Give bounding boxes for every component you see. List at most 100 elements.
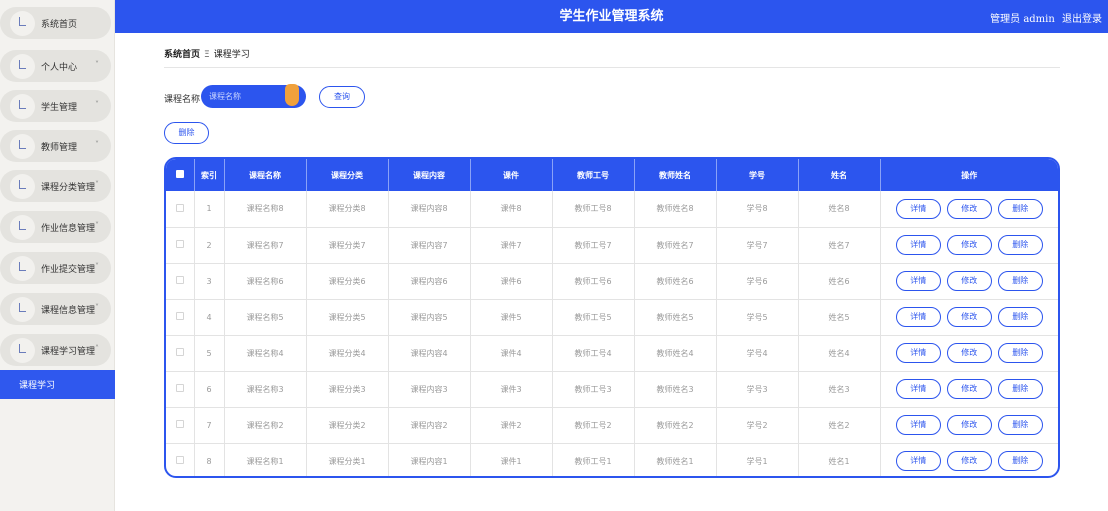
cell-student-id: 学号4: [716, 335, 799, 372]
cell-actions: 详情 修改 删除: [880, 263, 1058, 300]
select-all-checkbox[interactable]: [166, 159, 195, 191]
edit-button[interactable]: 修改: [946, 198, 992, 219]
edit-button[interactable]: 修改: [946, 451, 992, 472]
sidebar-item-label: 系统首页: [41, 19, 78, 30]
table-row: 7 课程名称2 课程分类2 课程内容2 课件2 教师工号2 教师姓名2 学号2 姓名2 详情 修改删…: [166, 407, 1058, 444]
menu-icon: [10, 255, 35, 281]
row-delete-button[interactable]: 删除: [997, 198, 1043, 219]
cell-actions: 详情 修改 删除: [880, 371, 1058, 408]
cell-teacher-id: 教师工号8: [552, 191, 635, 228]
cell-courseware: 课件6: [470, 263, 553, 300]
cell-teacher-name: 教师姓名4: [634, 335, 717, 372]
sidebar-item[interactable]: 个人中心 ˅: [0, 50, 111, 82]
cell-student-id: 学号2: [716, 407, 799, 444]
row-checkbox[interactable]: [166, 227, 195, 264]
row-checkbox[interactable]: [166, 443, 195, 476]
row-checkbox[interactable]: [166, 407, 195, 444]
cell-actions: 详情 修改 删除: [880, 443, 1058, 476]
cell-course-content: 课程内容3: [388, 371, 471, 408]
cell-actions: 详情 修改 删除: [880, 227, 1058, 264]
cell-teacher-id: 教师工号4: [552, 335, 635, 372]
sidebar: 系统首页个人中心 ˅ 学生管理 ˅ 教师管理 ˅ 课程分类管理 ˅ 作业信息管理 ˅ 作业提交管理 ˅…: [0, 0, 115, 511]
detail-button[interactable]: 详情: [895, 235, 941, 255]
cell-actions: 详情 修改 删除: [880, 191, 1058, 228]
cell-course-content: 课程内容5: [388, 299, 471, 336]
cell-course-content: 课程内容6: [388, 263, 471, 300]
sidebar-item[interactable]: 课程信息管理 ˅: [0, 293, 111, 325]
detail-button[interactable]: 详情: [895, 198, 941, 219]
sidebar-item-label: 作业信息管理: [41, 223, 96, 234]
cell-teacher-name: 教师姓名5: [634, 299, 717, 336]
detail-button[interactable]: 详情: [895, 451, 941, 472]
table-row: 2 课程名称7 课程分类7 课程内容7 课件7 教师工号7 教师姓名7 学号7 姓名7 详情 修改删…: [166, 227, 1058, 264]
cell-name: 姓名1: [798, 443, 881, 476]
row-checkbox[interactable]: [166, 335, 195, 372]
cell-course-content: 课程内容1: [388, 443, 471, 476]
detail-button[interactable]: 详情: [895, 379, 941, 399]
cell-index: 2: [194, 227, 225, 264]
cell-course-content: 课程内容4: [388, 335, 471, 372]
edit-button[interactable]: 修改: [946, 343, 992, 363]
sidebar-item[interactable]: 教师管理 ˅: [0, 130, 111, 162]
cell-course-name: 课程名称1: [224, 443, 307, 476]
cell-course-category: 课程分类7: [306, 227, 389, 264]
menu-icon: [10, 337, 35, 363]
col-header-index: 索引: [194, 159, 225, 191]
cell-course-name: 课程名称8: [224, 191, 307, 228]
row-checkbox[interactable]: [166, 299, 195, 336]
edit-button[interactable]: 修改: [946, 415, 992, 435]
cell-course-name: 课程名称4: [224, 335, 307, 372]
detail-button[interactable]: 详情: [895, 415, 941, 435]
breadcrumb-home[interactable]: 系统首页: [164, 50, 200, 60]
sidebar-item[interactable]: 作业信息管理 ˅: [0, 211, 111, 243]
detail-button[interactable]: 详情: [895, 271, 941, 291]
delete-button[interactable]: 删除: [164, 122, 209, 144]
menu-icon: [10, 296, 35, 322]
detail-button[interactable]: 详情: [895, 307, 941, 327]
sidebar-item[interactable]: 系统首页: [0, 7, 111, 39]
search-label: 课程名称: [164, 95, 201, 105]
sidebar-item[interactable]: 课程分类管理 ˅: [0, 170, 111, 202]
table-row: 8 课程名称1 课程分类1 课程内容1 课件1 教师工号1 教师姓名1 学号1 姓名1 详情 修改删…: [166, 443, 1058, 476]
breadcrumb: 系统首页 Ξ 课程学习: [164, 47, 250, 60]
detail-button[interactable]: 详情: [895, 343, 941, 363]
cell-courseware: 课件3: [470, 371, 553, 408]
col-header-courseware: 课件: [470, 159, 553, 191]
cell-name: 姓名5: [798, 299, 881, 336]
row-delete-button[interactable]: 删除: [997, 451, 1043, 472]
row-delete-button[interactable]: 删除: [997, 379, 1043, 399]
cell-student-id: 学号6: [716, 263, 799, 300]
cell-course-name: 课程名称5: [224, 299, 307, 336]
edit-button[interactable]: 修改: [946, 271, 992, 291]
edit-button[interactable]: 修改: [946, 379, 992, 399]
row-delete-button[interactable]: 删除: [997, 307, 1043, 327]
cell-course-category: 课程分类5: [306, 299, 389, 336]
cell-teacher-id: 教师工号5: [552, 299, 635, 336]
col-header-course-content: 课程内容: [388, 159, 471, 191]
row-checkbox[interactable]: [166, 263, 195, 300]
sidebar-item[interactable]: 课程学习管理 ˄: [0, 334, 111, 366]
edit-button[interactable]: 修改: [946, 235, 992, 255]
row-delete-button[interactable]: 删除: [997, 235, 1043, 255]
sidebar-item[interactable]: 学生管理 ˅: [0, 90, 111, 122]
edit-button[interactable]: 修改: [946, 307, 992, 327]
query-button[interactable]: 查询: [319, 86, 365, 108]
row-checkbox[interactable]: [166, 371, 195, 408]
cell-teacher-name: 教师姓名3: [634, 371, 717, 408]
sidebar-item[interactable]: 作业提交管理 ˅: [0, 252, 111, 284]
row-delete-button[interactable]: 删除: [997, 415, 1043, 435]
cell-courseware: 课件8: [470, 191, 553, 228]
logout-link[interactable]: 退出登录: [1062, 14, 1102, 25]
row-delete-button[interactable]: 删除: [997, 271, 1043, 291]
table-row: 4 课程名称5 课程分类5 课程内容5 课件5 教师工号5 教师姓名5 学号5 姓名5 详情 修改删…: [166, 299, 1058, 336]
cell-actions: 详情 修改 删除: [880, 299, 1058, 336]
row-delete-button[interactable]: 删除: [997, 343, 1043, 363]
cell-index: 1: [194, 191, 225, 228]
row-checkbox[interactable]: [166, 191, 195, 228]
sidebar-subitem-course-study[interactable]: 课程学习: [0, 370, 115, 399]
menu-icon: [10, 93, 35, 119]
sidebar-item-label: 学生管理: [41, 102, 78, 113]
cell-courseware: 课件1: [470, 443, 553, 476]
cell-actions: 详情 修改 删除: [880, 407, 1058, 444]
breadcrumb-separator: Ξ: [204, 50, 210, 60]
